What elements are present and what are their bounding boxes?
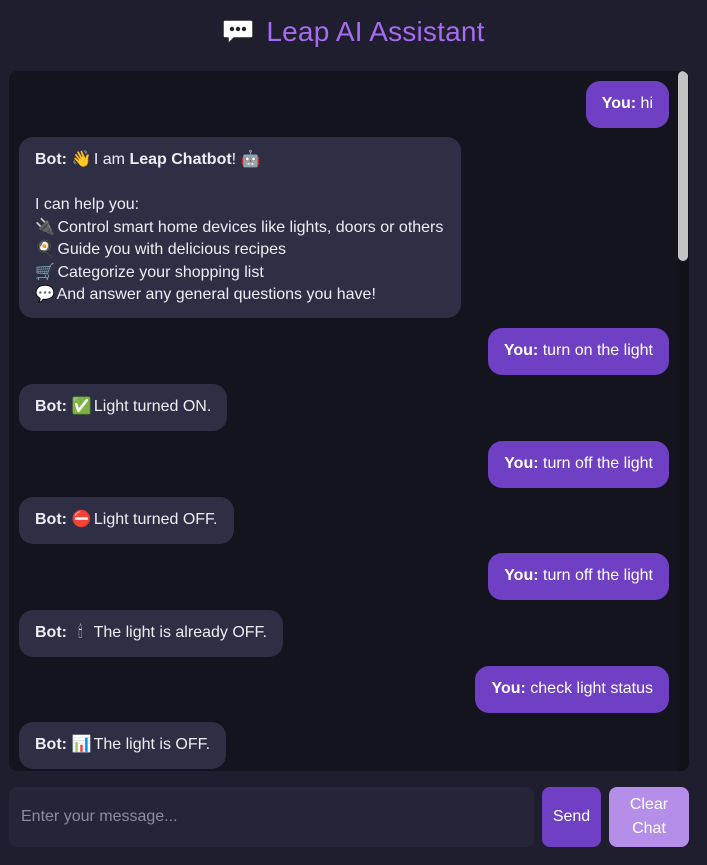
message-text: turn off the light bbox=[538, 567, 653, 584]
user-message: You: check light status bbox=[475, 666, 669, 713]
chat-window[interactable]: You: hi Bot: 👋 I am Leap Chatbot! 🤖 I ca… bbox=[9, 71, 689, 771]
scrollbar-thumb[interactable] bbox=[678, 71, 688, 261]
waving-hand-icon: 👋 bbox=[71, 151, 92, 168]
bot-name: Leap Chatbot bbox=[129, 151, 232, 168]
send-button[interactable]: Send bbox=[542, 787, 601, 847]
message-text: I can help you: bbox=[35, 196, 140, 213]
clear-chat-button[interactable]: Clear Chat bbox=[609, 787, 689, 847]
sender-label: Bot: bbox=[35, 511, 67, 528]
user-message: You: hi bbox=[585, 81, 669, 128]
message-composer: Send Clear Chat bbox=[9, 787, 699, 847]
message-text: Light turned OFF. bbox=[89, 511, 218, 528]
capability-item: 🛒 Categorize your shopping list bbox=[35, 262, 445, 285]
user-message: You: turn on the light bbox=[487, 328, 669, 375]
bot-message: Bot: 👋 I am Leap Chatbot! 🤖 I can help y… bbox=[19, 137, 461, 318]
chat-scrollbar[interactable] bbox=[678, 71, 688, 771]
sender-label: You: bbox=[491, 680, 526, 697]
candle-icon: 🕯 bbox=[78, 624, 83, 641]
capability-item: 💬 And answer any general questions you h… bbox=[35, 284, 445, 307]
message-text: ! 🤖 bbox=[231, 151, 261, 168]
check-mark-icon: ✅ bbox=[71, 398, 92, 415]
sender-label: Bot: bbox=[35, 736, 67, 753]
message-text: hi bbox=[636, 95, 653, 112]
capability-item: 🔌 Control smart home devices like lights… bbox=[35, 217, 445, 240]
sender-label: You: bbox=[504, 567, 539, 584]
cooking-icon: 🍳 bbox=[35, 241, 55, 258]
message-text: I am bbox=[89, 151, 130, 168]
user-message: You: turn off the light bbox=[488, 553, 669, 600]
bar-chart-icon: 📊 bbox=[71, 736, 92, 753]
plug-icon: 🔌 bbox=[35, 218, 55, 236]
sender-label: Bot: bbox=[35, 151, 67, 168]
capability-text: Control smart home devices like lights, … bbox=[53, 218, 444, 236]
capability-item: 🍳 Guide you with delicious recipes bbox=[35, 239, 445, 262]
bot-message: Bot: 📊 The light is OFF. bbox=[19, 722, 227, 769]
bot-message: Bot: 🕯 The light is already OFF. bbox=[19, 610, 283, 657]
bot-message: Bot: ✅ Light turned ON. bbox=[19, 384, 228, 431]
capability-text: Categorize your shopping list bbox=[53, 263, 264, 281]
message-input[interactable] bbox=[9, 787, 534, 847]
message-text: turn off the light bbox=[538, 455, 653, 472]
message-text: check light status bbox=[525, 680, 653, 697]
page-title: Leap AI Assistant bbox=[266, 16, 485, 47]
app-header: Leap AI Assistant bbox=[0, 0, 707, 64]
capability-text: Guide you with delicious recipes bbox=[53, 241, 287, 258]
sender-label: You: bbox=[601, 95, 637, 112]
sender-label: You: bbox=[503, 342, 539, 359]
sender-label: You: bbox=[504, 455, 539, 472]
message-text: The light is OFF. bbox=[89, 736, 211, 753]
message-text: turn on the light bbox=[538, 342, 653, 359]
user-message: You: turn off the light bbox=[488, 441, 669, 488]
shopping-cart-icon: 🛒 bbox=[35, 263, 55, 281]
sender-label: Bot: bbox=[35, 624, 67, 641]
capability-text: And answer any general questions you hav… bbox=[53, 286, 376, 303]
message-text: Light turned ON. bbox=[89, 398, 212, 415]
speech-bubble-icon: 💬 bbox=[35, 286, 55, 303]
speech-bubble-icon bbox=[222, 19, 255, 46]
sender-label: Bot: bbox=[35, 398, 67, 415]
message-text: The light is already OFF. bbox=[89, 624, 267, 641]
bot-message: Bot: ⛔ Light turned OFF. bbox=[19, 497, 234, 544]
no-entry-icon: ⛔ bbox=[71, 511, 92, 528]
